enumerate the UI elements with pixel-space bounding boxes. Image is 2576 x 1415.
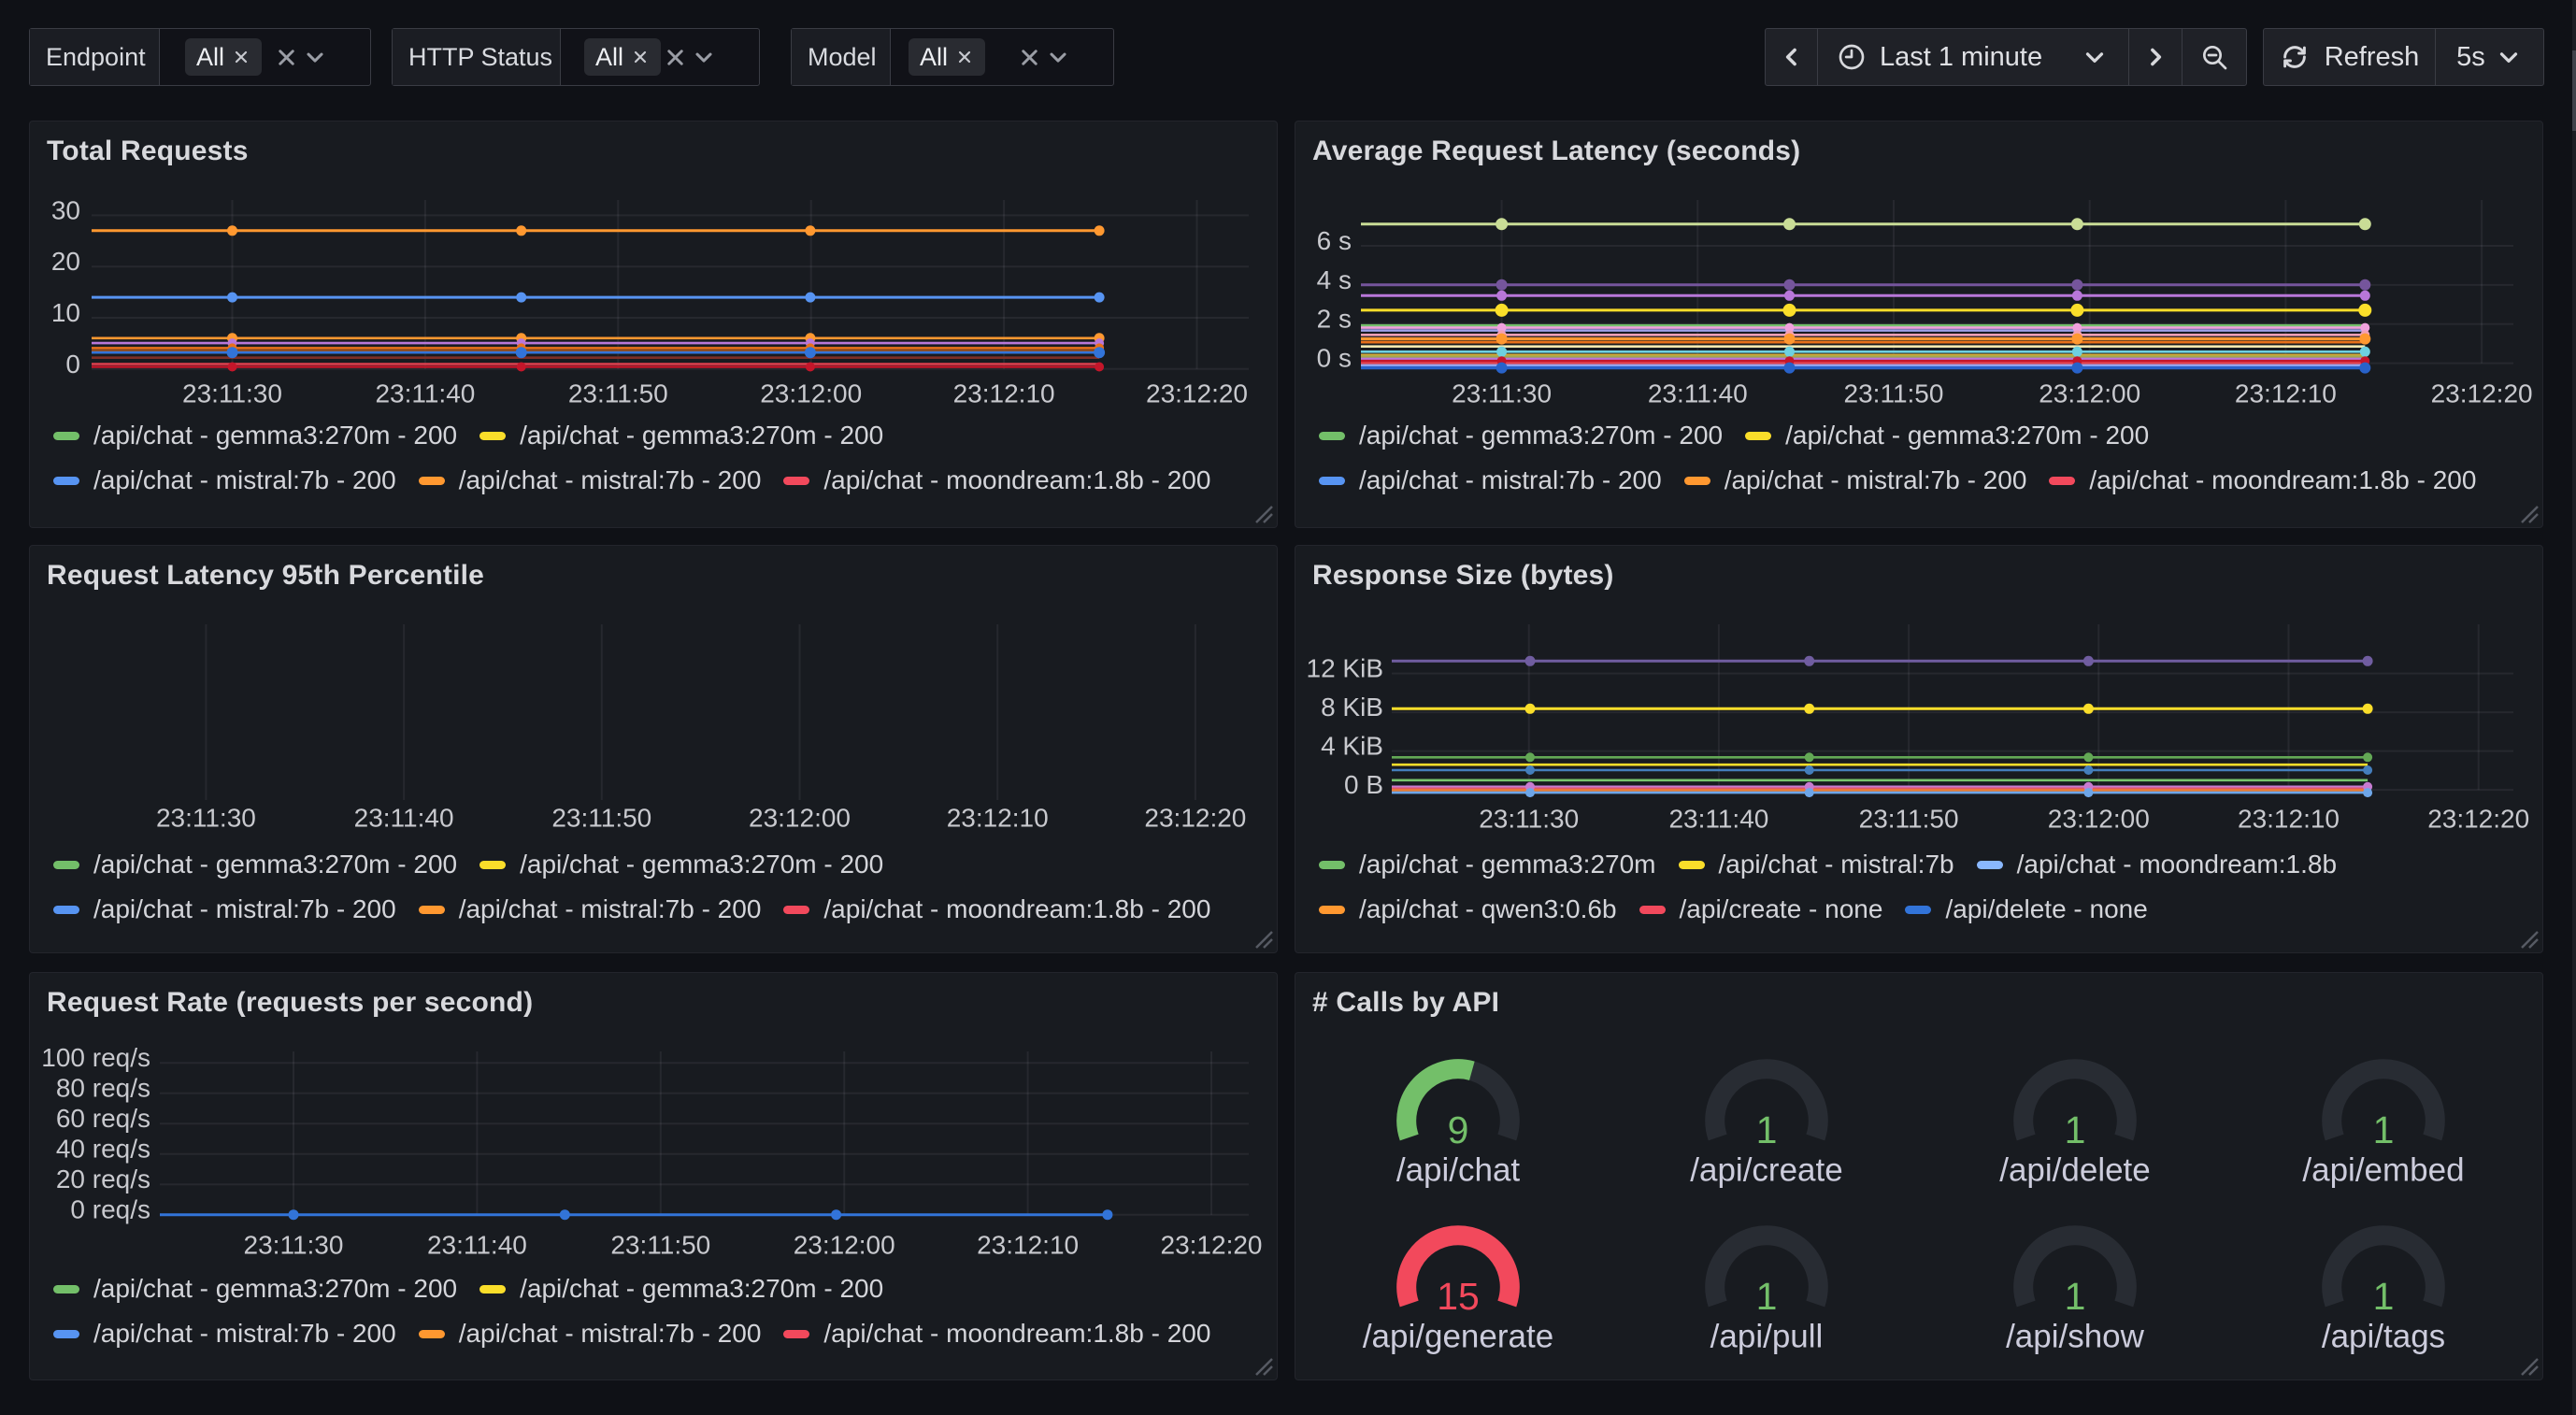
svg-text:80 req/s: 80 req/s bbox=[56, 1074, 150, 1103]
svg-text:23:11:40: 23:11:40 bbox=[427, 1231, 527, 1260]
svg-text:10: 10 bbox=[51, 298, 80, 327]
svg-text:1: 1 bbox=[1756, 1108, 1778, 1151]
svg-text:15: 15 bbox=[1437, 1275, 1480, 1318]
svg-text:2 s: 2 s bbox=[1317, 305, 1352, 334]
svg-text:23:11:30: 23:11:30 bbox=[1452, 379, 1552, 408]
svg-text:23:11:40: 23:11:40 bbox=[1648, 379, 1748, 408]
svg-text:0 req/s: 0 req/s bbox=[70, 1195, 150, 1224]
svg-text:0: 0 bbox=[65, 350, 80, 379]
svg-text:23:11:30: 23:11:30 bbox=[182, 379, 282, 408]
svg-text:4 KiB: 4 KiB bbox=[1321, 732, 1383, 761]
svg-text:0 s: 0 s bbox=[1317, 344, 1352, 373]
svg-text:23:12:00: 23:12:00 bbox=[2048, 804, 2150, 833]
svg-text:23:11:50: 23:11:50 bbox=[1844, 379, 1944, 408]
svg-text:40 req/s: 40 req/s bbox=[56, 1135, 150, 1164]
svg-text:23:11:30: 23:11:30 bbox=[156, 804, 256, 833]
svg-text:0 B: 0 B bbox=[1344, 770, 1383, 799]
svg-text:23:12:00: 23:12:00 bbox=[2039, 379, 2140, 408]
svg-text:23:11:50: 23:11:50 bbox=[610, 1231, 710, 1260]
svg-text:23:12:10: 23:12:10 bbox=[953, 379, 1055, 408]
svg-text:/api/tags: /api/tags bbox=[2322, 1319, 2445, 1355]
svg-text:23:12:00: 23:12:00 bbox=[749, 804, 851, 833]
svg-text:23:11:50: 23:11:50 bbox=[1859, 804, 1959, 833]
svg-text:60 req/s: 60 req/s bbox=[56, 1104, 150, 1133]
svg-text:30: 30 bbox=[51, 195, 80, 224]
svg-text:23:11:40: 23:11:40 bbox=[375, 379, 475, 408]
svg-text:23:11:50: 23:11:50 bbox=[568, 379, 668, 408]
svg-text:23:11:30: 23:11:30 bbox=[1479, 804, 1579, 833]
svg-text:6 s: 6 s bbox=[1317, 226, 1352, 255]
svg-text:23:12:10: 23:12:10 bbox=[2235, 379, 2337, 408]
svg-text:20 req/s: 20 req/s bbox=[56, 1165, 150, 1193]
svg-text:23:12:10: 23:12:10 bbox=[977, 1231, 1079, 1260]
svg-text:/api/show: /api/show bbox=[2006, 1319, 2145, 1355]
svg-text:23:12:20: 23:12:20 bbox=[1161, 1231, 1263, 1260]
svg-text:23:12:20: 23:12:20 bbox=[2431, 379, 2533, 408]
svg-text:1: 1 bbox=[2065, 1275, 2086, 1318]
svg-text:23:11:40: 23:11:40 bbox=[1668, 804, 1768, 833]
svg-text:/api/delete: /api/delete bbox=[1999, 1152, 2151, 1189]
svg-text:/api/chat: /api/chat bbox=[1396, 1152, 1521, 1189]
svg-text:23:11:40: 23:11:40 bbox=[354, 804, 454, 833]
svg-text:4 s: 4 s bbox=[1317, 265, 1352, 294]
svg-text:12 KiB: 12 KiB bbox=[1307, 654, 1384, 683]
svg-text:9: 9 bbox=[1448, 1108, 1469, 1151]
svg-text:1: 1 bbox=[2065, 1108, 2086, 1151]
svg-text:1: 1 bbox=[1756, 1275, 1778, 1318]
svg-text:23:12:20: 23:12:20 bbox=[1144, 804, 1246, 833]
svg-text:23:12:00: 23:12:00 bbox=[760, 379, 862, 408]
svg-text:8 KiB: 8 KiB bbox=[1321, 693, 1383, 722]
svg-text:/api/pull: /api/pull bbox=[1710, 1319, 1824, 1355]
svg-text:1: 1 bbox=[2373, 1275, 2395, 1318]
svg-text:/api/generate: /api/generate bbox=[1363, 1319, 1553, 1355]
svg-text:100 req/s: 100 req/s bbox=[41, 1043, 150, 1072]
svg-text:23:11:50: 23:11:50 bbox=[551, 804, 651, 833]
svg-text:23:12:20: 23:12:20 bbox=[1146, 379, 1248, 408]
svg-text:1: 1 bbox=[2373, 1108, 2395, 1151]
svg-text:23:12:10: 23:12:10 bbox=[947, 804, 1049, 833]
svg-text:/api/embed: /api/embed bbox=[2302, 1152, 2464, 1189]
svg-text:23:12:10: 23:12:10 bbox=[2238, 804, 2340, 833]
svg-text:23:12:20: 23:12:20 bbox=[2427, 804, 2529, 833]
svg-text:23:12:00: 23:12:00 bbox=[794, 1231, 895, 1260]
svg-text:/api/create: /api/create bbox=[1690, 1152, 1842, 1189]
svg-text:23:11:30: 23:11:30 bbox=[244, 1231, 344, 1260]
svg-text:20: 20 bbox=[51, 247, 80, 276]
